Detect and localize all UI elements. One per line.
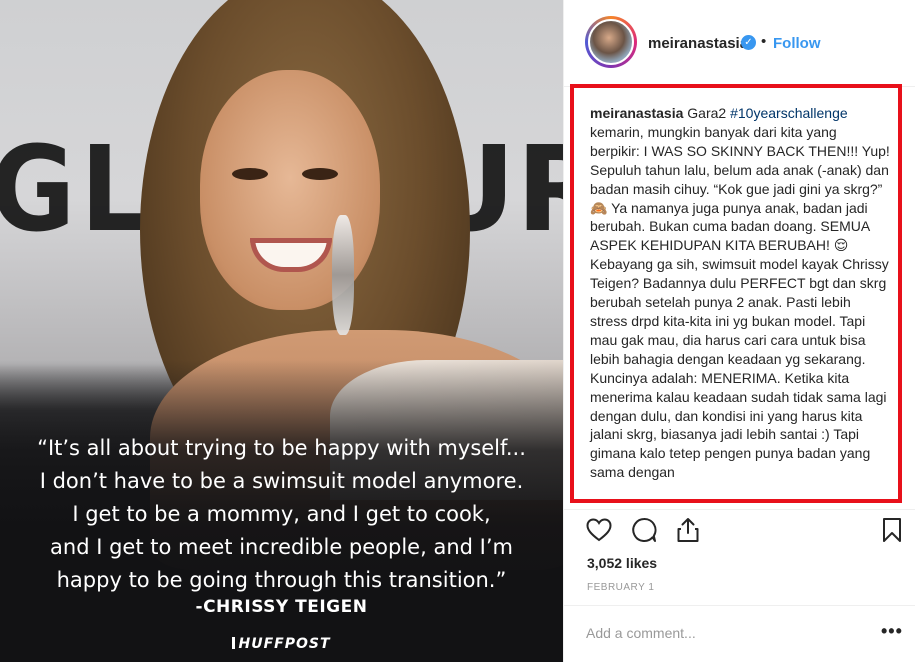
action-bar: [564, 509, 915, 549]
post-caption: meiranastasia Gara2 #10yearschallenge ke…: [590, 104, 890, 482]
separator-dot: •: [761, 33, 767, 50]
quote-line: I get to be a mommy, and I get to cook,: [72, 502, 491, 526]
quote-text: “It’s all about trying to be happy with …: [0, 432, 563, 597]
earring-shape: [332, 215, 354, 335]
follow-button[interactable]: Follow: [773, 35, 821, 52]
post-side-panel: meiranastasia ✓ • Follow meiranastasia G…: [563, 0, 915, 662]
quote-line: and I get to meet incredible people, and…: [50, 535, 513, 559]
caption-intro: Gara2: [683, 105, 731, 121]
verified-check-icon: ✓: [741, 35, 756, 50]
post-date[interactable]: FEBRUARY 1: [587, 582, 654, 593]
caption-highlight-box: meiranastasia Gara2 #10yearschallenge ke…: [570, 84, 902, 503]
brand-label: HUFFPOST: [238, 636, 331, 652]
avatar[interactable]: [585, 16, 637, 68]
post-header: meiranastasia ✓ • Follow: [564, 0, 915, 87]
header-username[interactable]: meiranastasia: [648, 35, 748, 52]
comment-input[interactable]: [586, 621, 866, 645]
caption-hashtag[interactable]: #10yearschallenge: [730, 105, 848, 121]
quote-line: “It’s all about trying to be happy with …: [37, 436, 526, 460]
comment-icon[interactable]: [630, 516, 658, 544]
bookmark-icon[interactable]: [878, 516, 906, 544]
quote-line: happy to be going through this transitio…: [56, 568, 507, 592]
quote-author: -CHRISSY TEIGEN: [195, 597, 368, 617]
caption-username[interactable]: meiranastasia: [590, 105, 683, 121]
more-options-icon[interactable]: •••: [881, 622, 903, 640]
huffpost-logo: HUFFPOST: [230, 636, 333, 652]
right-eye-shape: [302, 168, 338, 180]
avatar-photo: [588, 19, 634, 65]
comment-bar: •••: [564, 605, 915, 662]
left-eye-shape: [232, 168, 268, 180]
share-icon[interactable]: [674, 516, 702, 544]
caption-body: kemarin, mungkin banyak dari kita yang b…: [590, 123, 890, 481]
likes-count[interactable]: 3,052 likes: [587, 555, 657, 571]
heart-icon[interactable]: [585, 516, 613, 544]
quote-line: I don’t have to be a swimsuit model anym…: [39, 469, 524, 493]
post-image[interactable]: GLA UR “It’s all about trying to be happ…: [0, 0, 563, 662]
